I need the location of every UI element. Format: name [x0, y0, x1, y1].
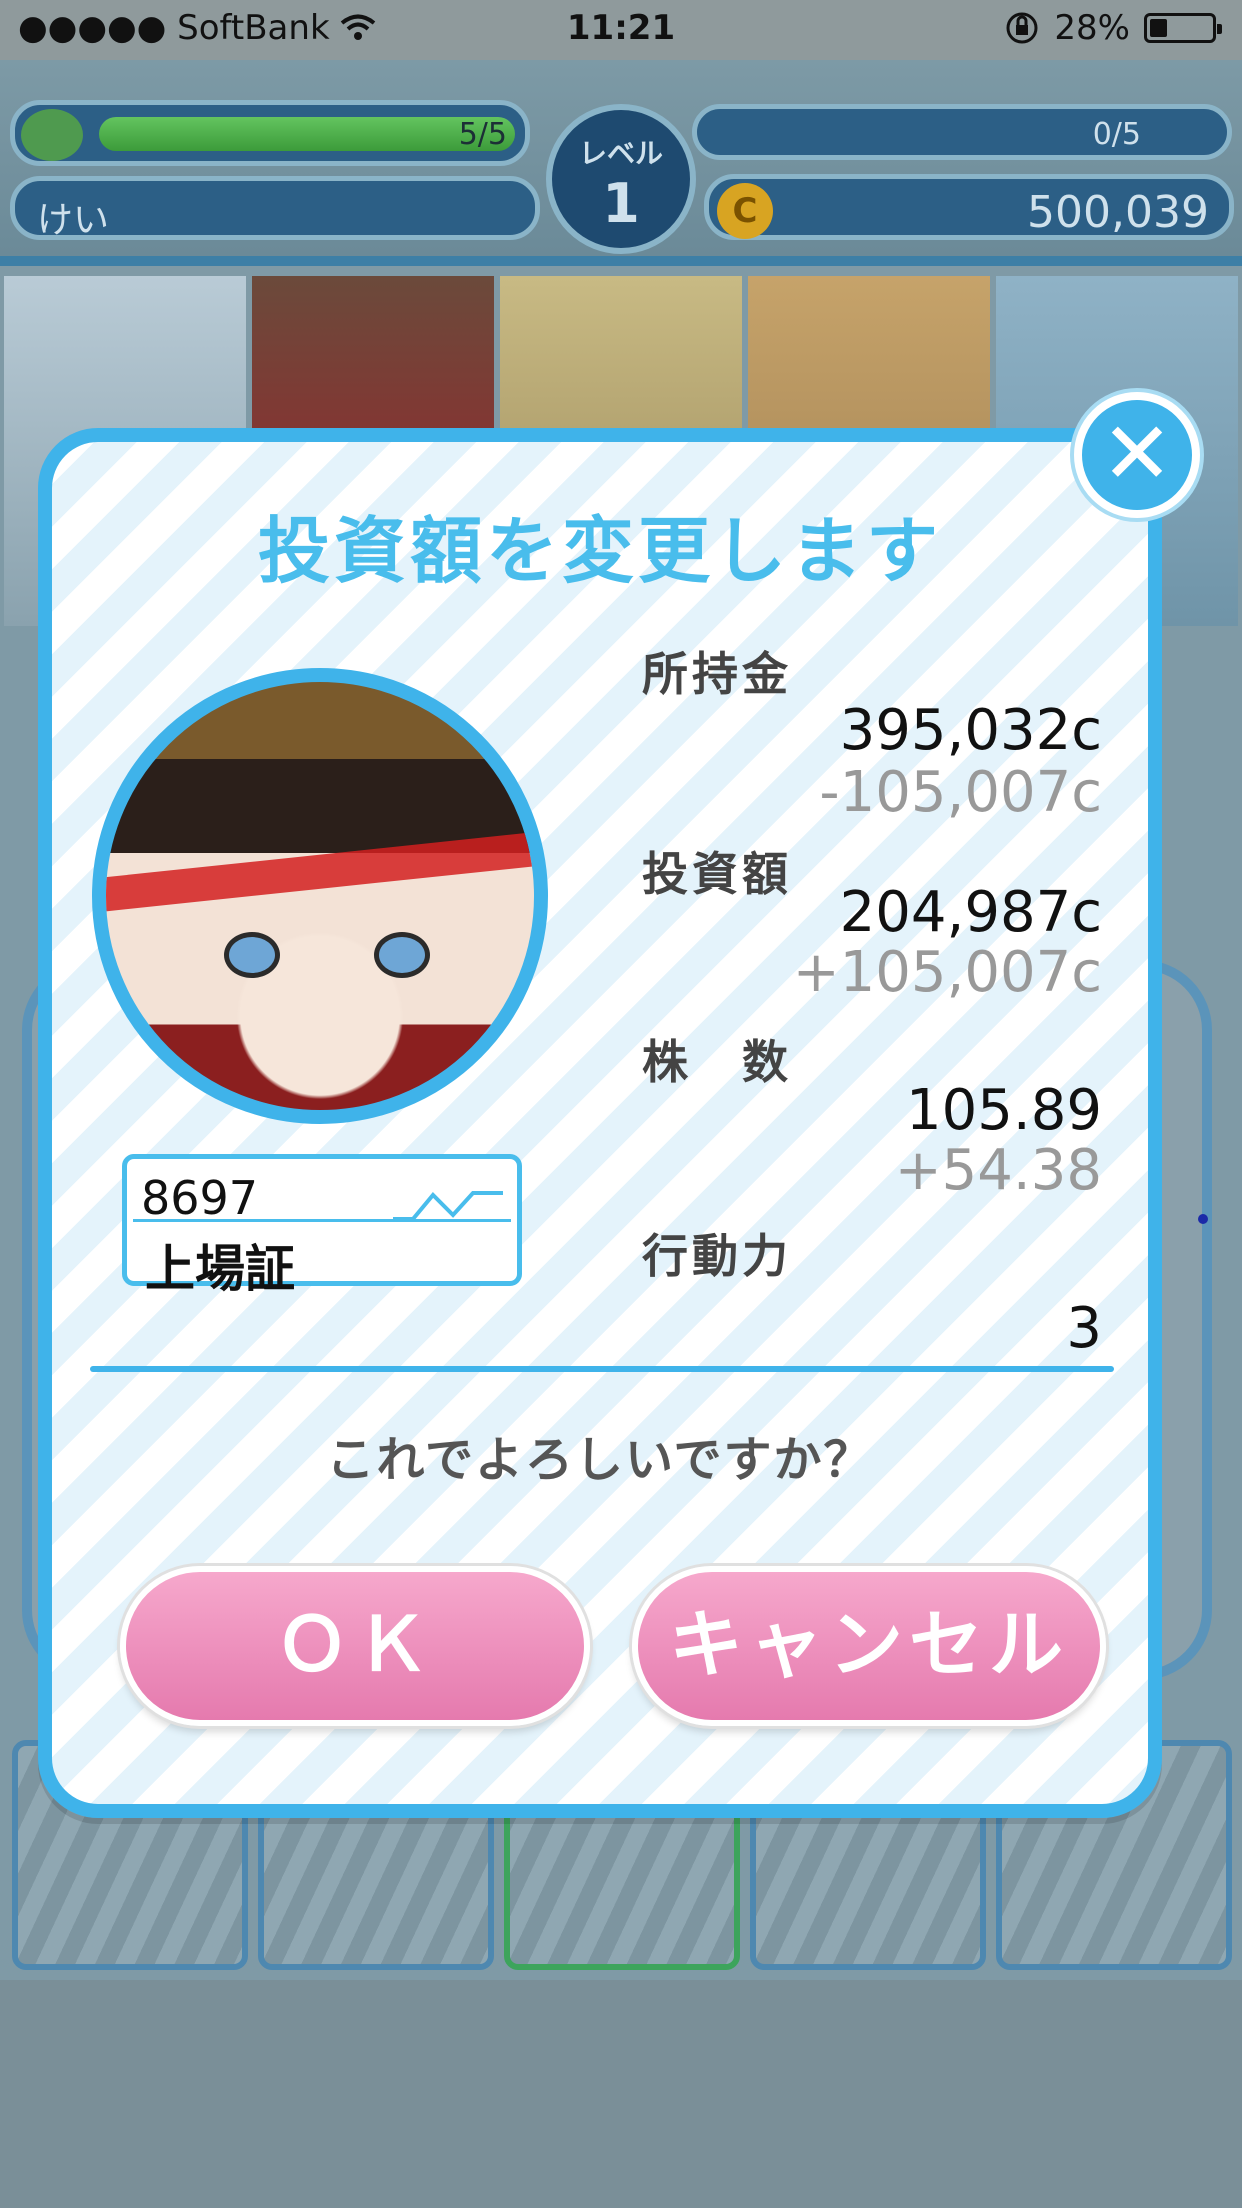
player-name-plate: けい [10, 176, 540, 241]
action-points-value: 3 [1066, 1296, 1102, 1361]
avatar-eye-left [224, 932, 280, 978]
investment-value: 204,987c [839, 880, 1102, 945]
stamina-gauge: 5/5 [10, 100, 530, 166]
shares-value: 105.89 [906, 1078, 1102, 1143]
exp-text: 0/5 [1092, 117, 1141, 152]
divider [90, 1366, 1114, 1372]
dialog-title: 投資額を変更します [257, 509, 942, 593]
coin-amount: 500,039 [1027, 187, 1209, 238]
shares-label: 株 数 [642, 1035, 792, 1089]
status-right: 28% [1004, 8, 1222, 48]
stamina-text: 5/5 [458, 117, 507, 152]
character-avatar [92, 668, 548, 1124]
funds-label: 所持金 [642, 647, 792, 701]
rotation-lock-icon [1006, 12, 1038, 44]
investment-delta: +105,007c [792, 940, 1102, 1005]
ok-button[interactable]: ＯＫ [120, 1566, 590, 1726]
shares-delta: +54.38 [894, 1138, 1102, 1203]
stamina-bar [99, 117, 515, 151]
coin-icon: C [717, 183, 773, 239]
confirm-message: これでよろしいですか？ [326, 1432, 874, 1488]
coin-counter: C 500,039 [704, 174, 1234, 240]
trend-icon [393, 1191, 503, 1221]
action-points-label: 行動力 [642, 1229, 792, 1283]
level-label: レベル [578, 137, 663, 170]
level-value: 1 [602, 172, 640, 235]
battery-tip [1217, 24, 1222, 34]
stock-tag: 8697 上場証 [122, 1154, 522, 1298]
battery-percent: 28% [1054, 8, 1130, 48]
cancel-button[interactable]: キャンセル [632, 1566, 1106, 1726]
investment-label: 投資額 [642, 847, 792, 901]
player-name: けい [37, 200, 110, 241]
stamina-fill [99, 117, 515, 151]
exp-gauge: 0/5 [692, 104, 1232, 160]
indicator-dot [1198, 1214, 1208, 1224]
stamina-icon [21, 109, 83, 161]
bottom-area [0, 1980, 1242, 2208]
avatar-eye-right [374, 932, 430, 978]
funds-delta: -105,007c [819, 760, 1102, 825]
investment-dialog: 投資額を変更します 8697 上場証 所持金 395,032c -105,007… [38, 428, 1162, 1818]
stock-name: 上場証 [145, 1240, 295, 1298]
funds-value: 395,032c [839, 698, 1102, 763]
stock-code: 8697 [141, 1171, 259, 1225]
game-header: 5/5 けい レベル 1 0/5 C 500,039 [0, 60, 1242, 266]
battery-fill [1150, 19, 1167, 37]
status-bar: ●●●●● SoftBank 11:21 28% [0, 0, 1242, 60]
level-badge: レベル 1 [546, 104, 696, 254]
avatar-band [106, 824, 534, 914]
battery-icon [1144, 13, 1222, 43]
close-button[interactable]: ✕ [1074, 392, 1200, 518]
